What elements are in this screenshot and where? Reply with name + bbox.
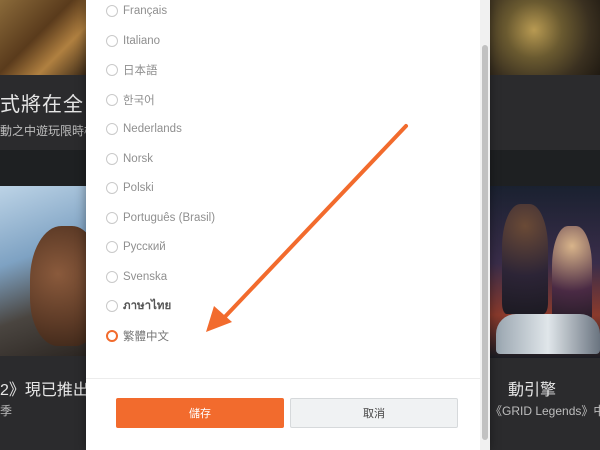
game-card-title: 2》現已推出 <box>0 382 86 399</box>
language-option-label: Norsk <box>123 152 154 165</box>
game-card-top-left: 式將在全 動之中遊玩限時模 <box>0 0 86 150</box>
language-option-label: 日本語 <box>123 65 158 77</box>
language-option[interactable]: Français <box>106 0 167 22</box>
language-option[interactable]: ภาษาไทย <box>106 295 171 317</box>
language-option-label: Nederlands <box>123 123 182 135</box>
game-card-title: 動引擎 <box>508 382 557 399</box>
radio-button[interactable] <box>106 329 118 342</box>
language-option-label: Italiano <box>123 34 161 47</box>
language-option[interactable]: Nederlands <box>106 118 182 140</box>
game-card-title: 式將在全 <box>0 94 84 116</box>
language-option-label: Português (Brasil) <box>123 211 216 224</box>
radio-button[interactable] <box>106 123 118 135</box>
game-card-image <box>490 0 600 75</box>
game-card-subtitle: 動之中遊玩限時模 <box>0 124 86 138</box>
language-dialog: Français Italiano 日本語 한국어 Nederlands Norsk Pol… <box>86 0 490 450</box>
driver-figure <box>552 226 592 326</box>
cancel-button[interactable]: 取消 <box>290 398 458 428</box>
game-card-image <box>0 186 86 356</box>
radio-button[interactable] <box>106 152 118 165</box>
dialog-scrollbar[interactable] <box>480 0 490 450</box>
language-option[interactable]: 繁體中文 <box>106 325 169 347</box>
scrollbar-thumb[interactable] <box>482 45 488 440</box>
language-option-label: Polski <box>123 182 154 194</box>
radio-button[interactable] <box>106 270 118 283</box>
language-option[interactable]: 日本語 <box>106 59 158 81</box>
language-option-label: Français <box>123 5 168 17</box>
language-option-list: Français Italiano 日本語 한국어 Nederlands Norsk Pol… <box>86 0 480 378</box>
language-option[interactable]: Русский <box>106 236 166 258</box>
portrait-figure <box>30 226 86 346</box>
language-option-label: ภาษาไทย <box>123 300 172 312</box>
race-car <box>496 314 600 354</box>
language-option[interactable]: Português (Brasil) <box>106 207 215 229</box>
radio-button[interactable] <box>106 5 118 17</box>
driver-figure <box>502 204 548 314</box>
language-option[interactable]: 한국어 <box>106 89 155 111</box>
game-card-bottom-right: 動引擎 《GRID Legends》中製 <box>490 186 600 450</box>
radio-button[interactable] <box>106 93 118 106</box>
game-card-top-right <box>490 0 600 150</box>
language-option-label: Русский <box>123 241 166 253</box>
radio-button[interactable] <box>106 211 118 224</box>
save-button[interactable]: 儲存 <box>116 398 284 428</box>
language-option[interactable]: Svenska <box>106 266 167 288</box>
language-option[interactable]: Polski <box>106 177 154 199</box>
game-card-image <box>0 0 86 75</box>
language-option-label: Svenska <box>123 270 168 283</box>
language-option[interactable]: Italiano <box>106 30 160 52</box>
game-card-subtitle: 《GRID Legends》中製 <box>490 404 600 418</box>
dialog-divider <box>86 378 480 379</box>
language-option-label: 한국어 <box>123 94 155 107</box>
radio-button[interactable] <box>106 182 118 194</box>
radio-button[interactable] <box>106 34 118 47</box>
game-card-image <box>490 186 600 358</box>
radio-button[interactable] <box>106 64 118 76</box>
language-option-label: 繁體中文 <box>123 330 169 343</box>
language-option[interactable]: Norsk <box>106 148 153 170</box>
radio-button[interactable] <box>106 300 118 312</box>
radio-button[interactable] <box>106 241 118 253</box>
game-card-subtitle: 季 <box>0 404 13 418</box>
game-card-bottom-left: 2》現已推出 季 <box>0 186 86 450</box>
